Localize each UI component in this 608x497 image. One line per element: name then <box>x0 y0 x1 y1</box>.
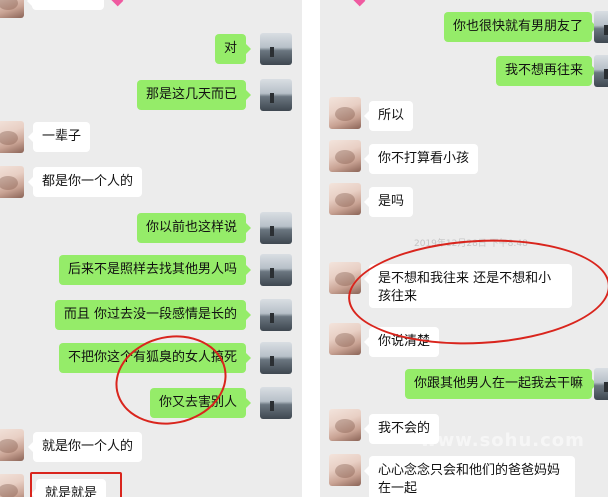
message-bubble: 那是这几天而已 <box>136 80 252 110</box>
message-bubble: 你跟其他男人在一起我去干嘛 <box>404 369 598 399</box>
self-avatar <box>260 254 292 286</box>
self-avatar <box>260 33 292 65</box>
self-avatar <box>260 299 292 331</box>
contact-avatar <box>0 121 24 153</box>
self-avatar <box>594 11 608 43</box>
contact-avatar <box>0 0 24 18</box>
contact-avatar <box>329 140 361 172</box>
pink-heart-icon <box>110 0 124 7</box>
message-bubble: 你不打算看小孩 <box>363 144 479 174</box>
message-bubble: 你也很快就有男朋友了 <box>443 12 598 42</box>
left-chat-panel: 对 那是这几天而已 一辈子 都是你一个人的 你以前也这样说 后来不是照样去找其他… <box>0 0 302 497</box>
right-chat-panel: 你也很快就有男朋友了 我不想再往来 所以 你不打算看小孩 是吗 2019年12月… <box>320 0 608 497</box>
message-bubble: 而且 你过去没一段感情是长的 <box>54 300 252 330</box>
contact-avatar <box>329 97 361 129</box>
message-bubble: 一辈子 <box>27 122 91 152</box>
cropped-incoming-bubble <box>27 0 104 10</box>
contact-avatar <box>329 323 361 355</box>
contact-avatar <box>0 166 24 198</box>
message-bubble: 所以 <box>363 101 414 131</box>
message-bubble: 你以前也这样说 <box>136 213 252 243</box>
panel-separator <box>302 0 320 497</box>
message-bubble: 心心念念只会和他们的爸爸妈妈在一起 <box>364 456 575 497</box>
message-bubble: 对 <box>214 34 252 64</box>
contact-avatar <box>329 183 361 215</box>
message-bubble: 就是你一个人的 <box>27 432 143 462</box>
self-avatar <box>260 212 292 244</box>
self-avatar <box>594 368 608 400</box>
self-avatar <box>594 55 608 87</box>
watermark: www.sohu.com <box>420 430 585 451</box>
red-circle-annotation <box>107 325 235 435</box>
message-bubble: 我不想再往来 <box>495 56 598 86</box>
red-box-annotation <box>30 472 122 497</box>
message-bubble: 是吗 <box>363 187 414 217</box>
self-avatar <box>260 79 292 111</box>
message-bubble: 后来不是照样去找其他男人吗 <box>58 255 252 285</box>
self-avatar <box>260 342 292 374</box>
self-avatar <box>260 387 292 419</box>
contact-avatar <box>0 429 24 461</box>
pink-heart-icon <box>352 0 366 7</box>
contact-avatar <box>329 454 361 486</box>
message-bubble: 都是你一个人的 <box>27 167 143 197</box>
contact-avatar <box>0 474 24 497</box>
contact-avatar <box>329 409 361 441</box>
